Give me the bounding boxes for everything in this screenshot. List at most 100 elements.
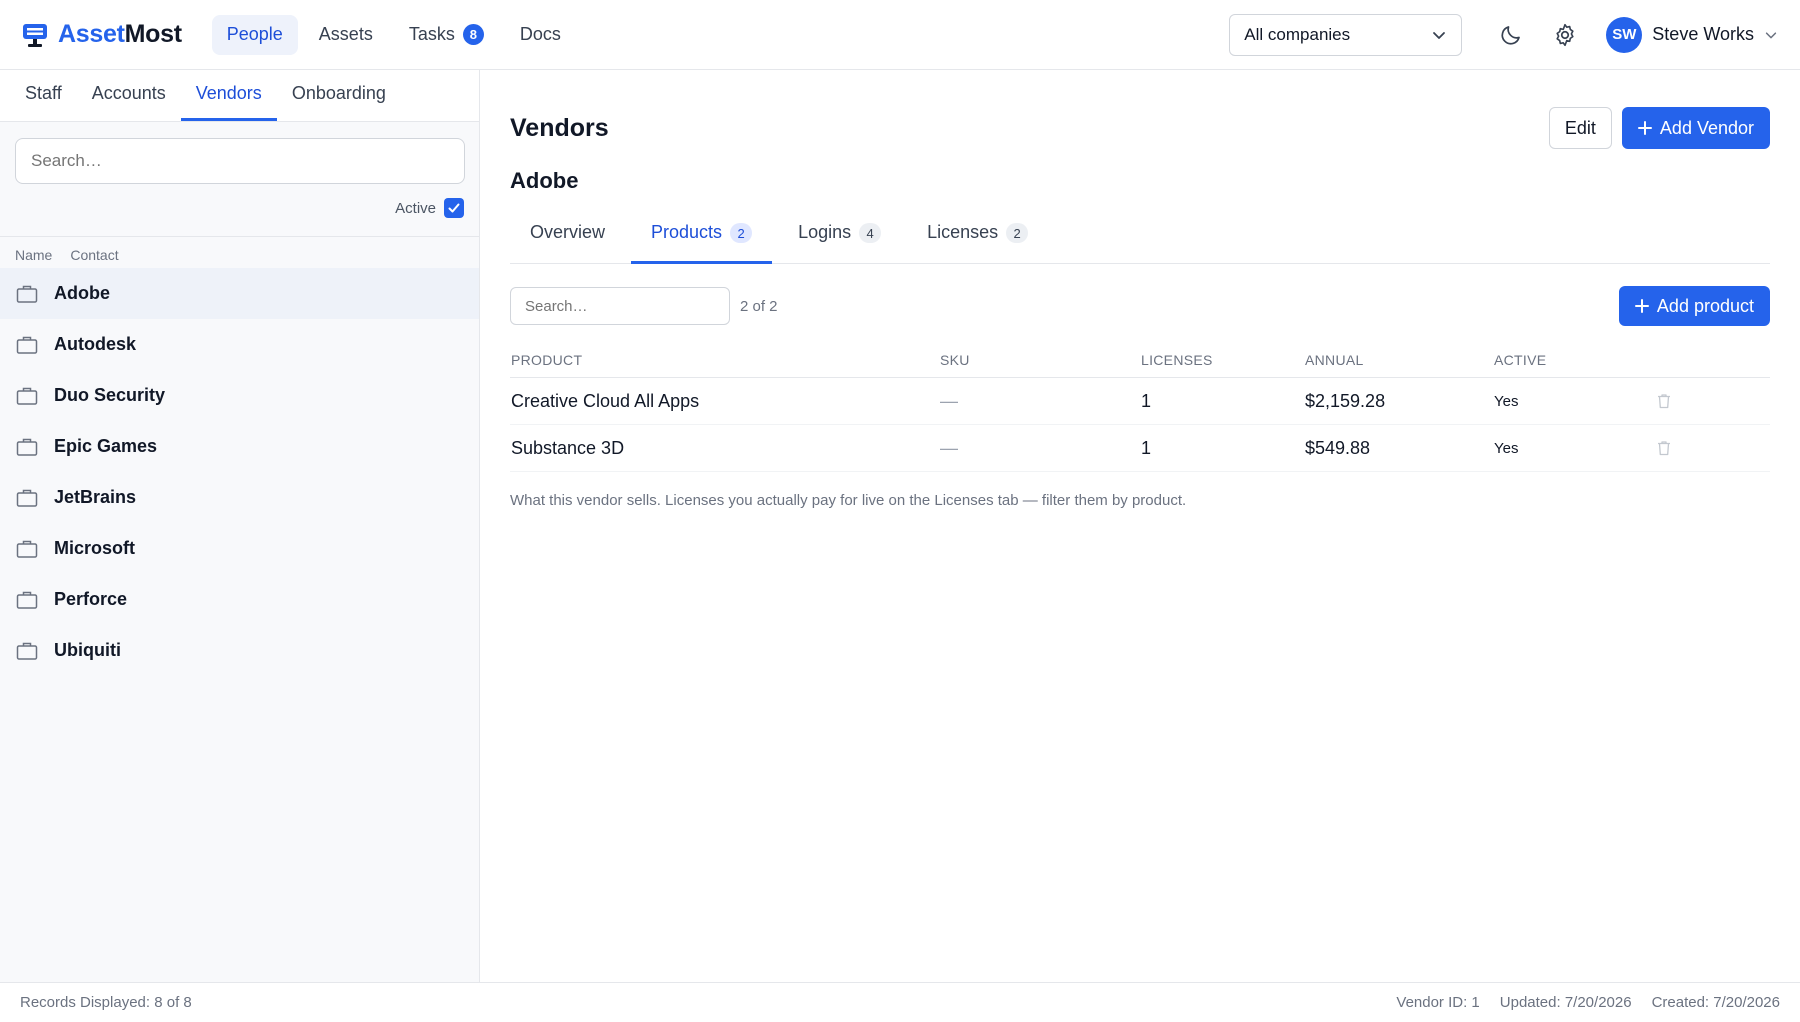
add-vendor-button[interactable]: Add Vendor: [1621, 107, 1770, 149]
subtab-accounts[interactable]: Accounts: [77, 83, 181, 121]
user-menu[interactable]: SW Steve Works: [1606, 16, 1778, 53]
vendor-search-input[interactable]: [15, 138, 465, 184]
chevron-down-icon: [1433, 31, 1446, 39]
top-bar: AssetMost People Assets Tasks 8 Docs All …: [0, 0, 1800, 70]
tab-logins[interactable]: Logins 4: [778, 218, 901, 264]
product-annual: $2,159.28: [1305, 390, 1386, 411]
tab-products[interactable]: Products 2: [631, 218, 773, 264]
table-row[interactable]: Creative Cloud All Apps — 1 $2,159.28 Ye…: [510, 378, 1770, 425]
status-bar: Records Displayed: 8 of 8 Vendor ID: 1 U…: [0, 982, 1800, 1022]
column-contact[interactable]: Contact: [70, 247, 118, 263]
page-title: Vendors: [510, 113, 609, 142]
column-name[interactable]: Name: [15, 247, 52, 263]
vendor-item-jetbrains[interactable]: JetBrains: [0, 472, 479, 523]
product-licenses: 1: [1141, 390, 1152, 411]
briefcase-icon: [16, 336, 38, 354]
products-help-text: What this vendor sells. Licenses you act…: [510, 492, 1187, 509]
vendor-id: Vendor ID: 1: [1396, 994, 1480, 1011]
nav-tasks[interactable]: Tasks 8: [394, 15, 499, 55]
subtab-onboarding[interactable]: Onboarding: [277, 83, 401, 121]
vendor-item-autodesk[interactable]: Autodesk: [0, 319, 479, 370]
add-product-button[interactable]: Add product: [1618, 286, 1770, 326]
delete-product-button[interactable]: [1644, 393, 1684, 409]
logo[interactable]: AssetMost: [22, 20, 182, 49]
gear-icon: [1556, 23, 1574, 46]
products-toolbar: 2 of 2 Add product: [510, 286, 1770, 326]
trash-icon: [1658, 394, 1670, 409]
briefcase-icon: [16, 285, 38, 303]
vendor-item-label: Adobe: [54, 283, 110, 303]
column-licenses[interactable]: LICENSES: [1141, 352, 1305, 368]
trash-icon: [1658, 441, 1670, 456]
product-active: Yes: [1494, 439, 1519, 457]
vendor-item-label: Epic Games: [54, 436, 158, 456]
product-name[interactable]: Creative Cloud All Apps: [510, 391, 940, 412]
result-count: 2 of 2: [740, 297, 778, 315]
main-content: Vendors Edit Add Vendor Adobe Overview P…: [510, 70, 1770, 982]
user-name: Steve Works: [1652, 24, 1754, 44]
vendor-list: Adobe Autodesk Duo Security Epic Games J…: [0, 268, 479, 676]
sidebar: Staff Accounts Vendors Onboarding Active…: [0, 70, 480, 982]
active-filter-label: Active: [395, 199, 436, 217]
company-select[interactable]: All companies: [1229, 13, 1463, 56]
briefcase-icon: [16, 387, 38, 405]
product-sku: —: [940, 390, 958, 411]
nav-people[interactable]: People: [211, 14, 298, 55]
monitor-logo-icon: [23, 23, 47, 47]
briefcase-icon: [16, 642, 38, 660]
tab-licenses[interactable]: Licenses 2: [907, 218, 1048, 264]
logins-count-badge: 4: [859, 223, 882, 243]
tasks-count-badge: 8: [462, 24, 484, 45]
vendor-item-duo-security[interactable]: Duo Security: [0, 370, 479, 421]
check-icon: [448, 203, 460, 213]
settings-button[interactable]: [1548, 18, 1582, 52]
table-row[interactable]: Substance 3D — 1 $549.88 Yes: [510, 425, 1770, 472]
moon-icon: [1501, 25, 1521, 44]
nav-assets[interactable]: Assets: [304, 15, 388, 55]
vendor-item-label: Ubiquiti: [54, 640, 121, 660]
plus-icon: [1634, 299, 1649, 313]
nav-docs[interactable]: Docs: [505, 15, 576, 55]
product-search-input[interactable]: [510, 287, 730, 325]
subtab-staff[interactable]: Staff: [10, 83, 77, 121]
product-annual: $549.88: [1305, 437, 1371, 458]
products-table: PRODUCT SKU LICENSES ANNUAL ACTIVE Creat…: [510, 342, 1770, 472]
records-count: Records Displayed: 8 of 8: [20, 994, 192, 1011]
edit-button[interactable]: Edit: [1548, 107, 1612, 149]
updated-date: Updated: 7/20/2026: [1499, 994, 1632, 1011]
app: AssetMost People Assets Tasks 8 Docs All …: [0, 0, 1800, 1022]
column-product[interactable]: PRODUCT: [510, 352, 940, 368]
created-date: Created: 7/20/2026: [1651, 994, 1780, 1011]
products-count-badge: 2: [730, 223, 753, 243]
vendor-tabs: Overview Products 2 Logins 4 Licenses 2: [510, 218, 1770, 264]
vendor-item-label: Duo Security: [54, 385, 166, 405]
column-annual[interactable]: ANNUAL: [1305, 352, 1494, 368]
vendor-item-ubiquiti[interactable]: Ubiquiti: [0, 625, 479, 676]
brand-name: AssetMost: [58, 20, 182, 48]
vendor-item-adobe[interactable]: Adobe: [0, 268, 479, 319]
subtab-vendors[interactable]: Vendors: [180, 83, 277, 121]
chevron-down-icon: [1765, 31, 1777, 38]
dark-mode-toggle[interactable]: [1494, 18, 1528, 52]
tab-overview[interactable]: Overview: [510, 218, 625, 264]
product-licenses: 1: [1141, 437, 1152, 458]
column-sku[interactable]: SKU: [940, 352, 1141, 368]
people-subtabs: Staff Accounts Vendors Onboarding: [0, 70, 479, 122]
product-name[interactable]: Substance 3D: [510, 438, 940, 459]
briefcase-icon: [16, 591, 38, 609]
avatar: SW: [1606, 16, 1643, 53]
title-row: Vendors Edit Add Vendor: [510, 106, 1770, 150]
active-checkbox[interactable]: [444, 198, 464, 218]
vendor-list-header: Name Contact: [0, 236, 479, 268]
vendor-item-perforce[interactable]: Perforce: [0, 574, 479, 625]
vendor-item-label: JetBrains: [54, 487, 137, 507]
delete-product-button[interactable]: [1644, 440, 1684, 456]
briefcase-icon: [16, 438, 38, 456]
product-active: Yes: [1494, 392, 1519, 410]
vendor-item-epic-games[interactable]: Epic Games: [0, 421, 479, 472]
licenses-count-badge: 2: [1006, 223, 1029, 243]
briefcase-icon: [16, 540, 38, 558]
column-active[interactable]: ACTIVE: [1494, 352, 1644, 368]
vendor-item-microsoft[interactable]: Microsoft: [0, 523, 479, 574]
vendor-name-heading: Adobe: [510, 168, 579, 193]
